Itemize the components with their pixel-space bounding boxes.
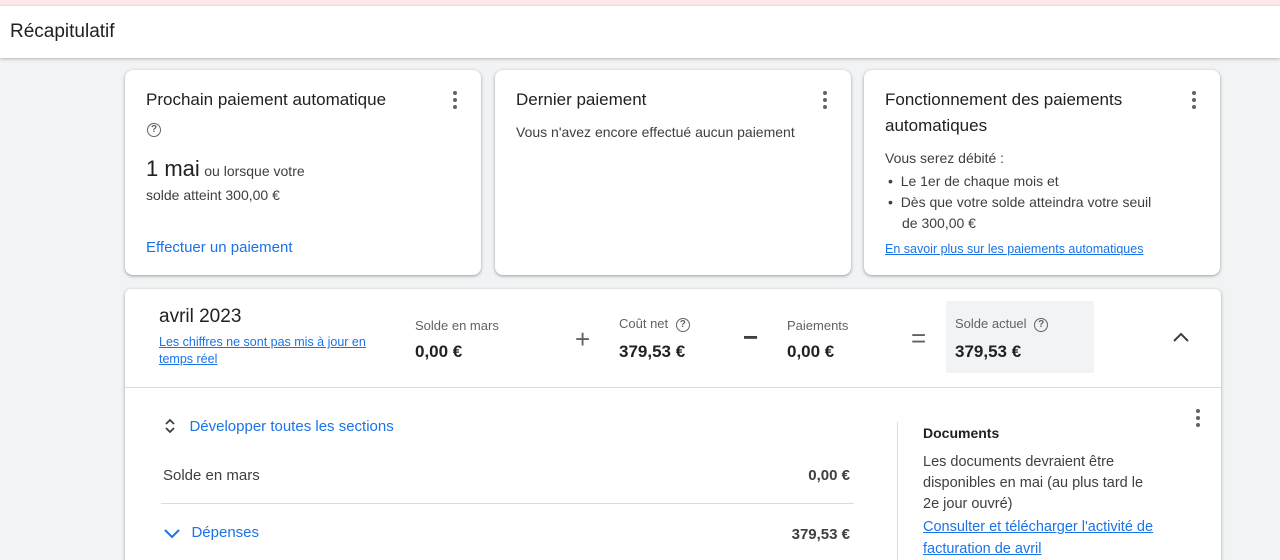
current-balance-value: 379,53 € <box>955 342 1022 361</box>
collapse-chevron-up-icon[interactable] <box>1171 327 1191 347</box>
auto-payments-intro: Vous serez débité : <box>885 150 1005 166</box>
next-payment-threshold: solde atteint 300,00 € <box>146 187 280 203</box>
summary-divider <box>125 387 1221 388</box>
current-balance-box: Solde actuel ? 379,53 € <box>946 301 1094 373</box>
chevron-down-icon <box>164 529 180 539</box>
documents-divider <box>897 422 898 560</box>
auto-payments-bullet-1: • Le 1er de chaque mois et <box>888 171 1059 192</box>
current-balance-label-text: Solde actuel <box>955 316 1027 331</box>
view-download-activity-link[interactable]: Consulter et télécharger l'activité de f… <box>923 516 1153 560</box>
bullet-text-cont: de 300,00 € <box>902 215 976 231</box>
payments-label: Paiements <box>787 318 849 333</box>
auto-payments-card: Fonctionnement des paiements automatique… <box>864 70 1220 275</box>
bullet-text: Dès que votre solde atteindra votre seui… <box>900 194 1152 210</box>
page-header: Récapitulatif <box>0 6 1280 58</box>
notice-line-1: Les chiffres ne sont pas mis à jour en <box>159 335 366 349</box>
bullet-dot: • <box>888 173 893 189</box>
documents-text-line-1: Les documents devraient être <box>923 454 1115 470</box>
current-balance-label: Solde actuel ? <box>955 316 1049 332</box>
next-payment-card: Prochain paiement automatique ? 1 mai ou… <box>125 70 481 275</box>
page-title: Récapitulatif <box>10 21 115 42</box>
expand-all-sections-button[interactable]: Développer toutes les sections <box>163 416 394 436</box>
row-expenses-value: 379,53 € <box>791 526 850 543</box>
realtime-notice-link[interactable]: Les chiffres ne sont pas mis à jour en t… <box>159 334 366 368</box>
auto-payments-bullet-2: • Dès que votre solde atteindra votre se… <box>888 192 1151 234</box>
expenses-label: Dépenses <box>191 524 259 542</box>
documents-more-icon[interactable] <box>1186 406 1210 430</box>
documents-text-line-3: 2e jour ouvré) <box>923 496 1013 512</box>
prev-balance-label: Solde en mars <box>415 318 499 333</box>
notice-line-2: temps réel <box>159 352 218 366</box>
equals-sign: = <box>911 323 927 353</box>
auto-payments-title-line1: Fonctionnement des paiements <box>885 90 1123 109</box>
next-payment-date-suffix: ou lorsque votre <box>204 163 305 179</box>
next-payment-date: 1 mai <box>146 156 200 181</box>
billing-summary-card: avril 2023 Les chiffres ne sont pas mis … <box>125 289 1221 560</box>
next-payment-more-icon[interactable] <box>443 88 467 112</box>
last-payment-title: Dernier paiement <box>516 90 647 109</box>
learn-more-auto-payments-link[interactable]: En savoir plus sur les paiements automat… <box>885 242 1143 256</box>
payments-value: 0,00 € <box>787 342 835 361</box>
row-divider <box>161 503 854 504</box>
documents-title: Documents <box>923 425 1000 441</box>
auto-payments-more-icon[interactable] <box>1182 88 1206 112</box>
make-payment-link[interactable]: Effectuer un paiement <box>146 239 292 256</box>
net-cost-label-text: Coût net <box>619 316 669 331</box>
summary-month: avril 2023 <box>159 306 242 327</box>
last-payment-card: Dernier paiement Vous n'avez encore effe… <box>495 70 851 275</box>
activity-link-line-1: Consulter et télécharger l'activité de <box>923 519 1154 535</box>
plus-sign: + <box>575 324 591 354</box>
documents-text-line-2: disponibles en mai (au plus tard le <box>923 475 1144 491</box>
row-prev-balance-label: Solde en mars <box>163 467 260 484</box>
row-prev-balance-value: 0,00 € <box>808 467 850 484</box>
expenses-row-toggle[interactable]: Dépenses <box>163 524 259 542</box>
unfold-more-icon <box>165 418 175 434</box>
last-payment-more-icon[interactable] <box>813 88 837 112</box>
auto-payments-title-line2: automatiques <box>885 116 988 135</box>
prev-balance-value: 0,00 € <box>415 342 463 361</box>
net-cost-value: 379,53 € <box>619 342 686 361</box>
bullet-text: Le 1er de chaque mois et <box>900 173 1059 189</box>
activity-link-line-2: facturation de avril <box>923 541 1042 557</box>
next-payment-title: Prochain paiement automatique <box>146 90 387 109</box>
expand-all-label: Développer toutes les sections <box>189 417 394 435</box>
bullet-dot: • <box>888 194 893 210</box>
net-cost-label: Coût net ? <box>619 316 690 332</box>
help-icon[interactable]: ? <box>1034 317 1049 332</box>
next-payment-date-line: 1 mai ou lorsque votre <box>146 156 305 182</box>
last-payment-text: Vous n'avez encore effectué aucun paieme… <box>516 124 795 140</box>
help-icon[interactable]: ? <box>675 317 690 332</box>
help-icon[interactable]: ? <box>147 123 161 137</box>
auto-payments-title: Fonctionnement des paiements automatique… <box>885 87 1122 139</box>
minus-sign: − <box>743 322 759 352</box>
documents-text: Les documents devraient être disponibles… <box>923 452 1143 515</box>
